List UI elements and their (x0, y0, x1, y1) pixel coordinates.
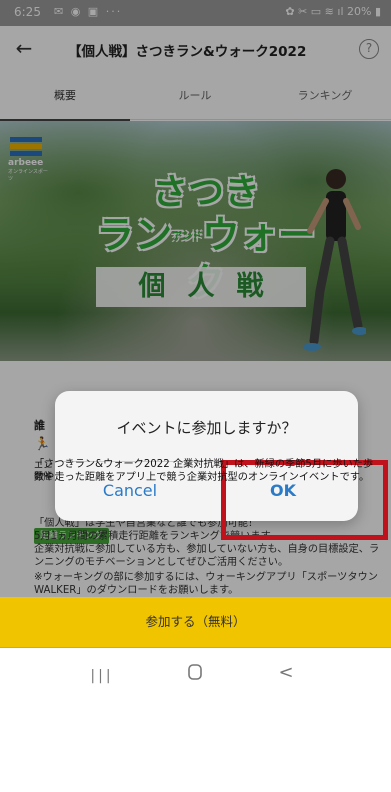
recents-icon[interactable]: ||| (72, 662, 132, 690)
join-button[interactable]: 参加する（無料） (0, 597, 391, 647)
dialog-message: イベントに参加しますか？ (116, 419, 297, 437)
home-icon[interactable] (165, 662, 225, 690)
system-nav-bar: ||| < (0, 648, 391, 792)
description-paragraph-1: 「さつきラン&ウォーク2022 企業対抗戦」は、新緑の季節5月に歩いた歩数や走っ… (34, 459, 374, 483)
description-paragraph-3: ※ウォーキングの部に参加するには、ウォーキングアプリ「スポーツタウンWALKER… (34, 572, 378, 596)
system-back-icon[interactable]: < (256, 662, 316, 690)
phone-screen: 6:25 ✉ ◉ ▣ ··· ✿ ✂ ▭ ≋ ıl 20% ▮ ← 【個人戦】さ… (0, 0, 391, 792)
home-outline-icon (188, 664, 202, 680)
